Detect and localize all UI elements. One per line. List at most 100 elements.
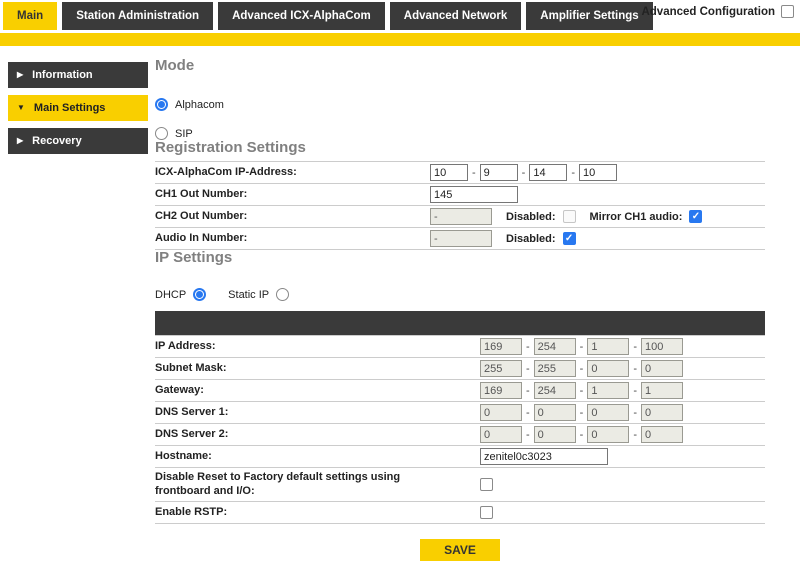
gateway-label: Gateway: <box>155 383 480 397</box>
check-icon: ✓ <box>565 212 573 222</box>
octet-separator: - <box>580 407 584 419</box>
octet-separator: - <box>526 341 530 353</box>
tab-station-administration[interactable]: Station Administration <box>62 2 213 30</box>
enable-rstp-label: Enable RSTP: <box>155 505 480 519</box>
main-content: Mode Alphacom SIP Registration Settings … <box>155 46 765 561</box>
ch1-out-label: CH1 Out Number: <box>155 187 430 201</box>
ch2-disabled-checkbox: ✓ <box>563 210 576 223</box>
disable-reset-label: Disable Reset to Factory default setting… <box>155 470 405 499</box>
icx-ip-octet-1[interactable] <box>430 164 468 181</box>
advanced-configuration-checkbox[interactable]: ✓ <box>781 5 794 18</box>
mirror-ch1-audio-label: Mirror CH1 audio: <box>590 211 683 223</box>
sidebar-item-label: Recovery <box>32 135 82 147</box>
ip-address-octet-3 <box>587 338 629 355</box>
ip-settings-table: IP Address: - - - Subnet Mask: - - - <box>155 335 765 524</box>
dns2-octet-2 <box>534 426 576 443</box>
octet-separator: - <box>526 363 530 375</box>
dns2-octet-1 <box>480 426 522 443</box>
dns1-octet-4 <box>641 404 683 421</box>
dhcp-static-selector: DHCP Static IP <box>155 288 765 301</box>
chevron-down-icon: ▼ <box>17 104 25 112</box>
octet-separator: - <box>571 167 575 179</box>
enable-rstp-row: Enable RSTP: ✓ <box>155 501 765 523</box>
ch2-out-row: CH2 Out Number: Disabled: ✓ Mirror CH1 a… <box>155 205 765 227</box>
check-icon: ✓ <box>565 234 573 244</box>
mode-option-alphacom: Alphacom <box>155 98 765 111</box>
dns2-octet-4 <box>641 426 683 443</box>
sidebar-item-main-settings[interactable]: ▼ Main Settings <box>8 95 148 121</box>
disable-reset-row: Disable Reset to Factory default setting… <box>155 467 765 501</box>
advanced-configuration-toggle: Advanced Configuration ✓ <box>641 5 794 18</box>
chevron-right-icon: ▶ <box>17 137 23 145</box>
check-icon: ✓ <box>482 479 490 489</box>
icx-ip-row: ICX-AlphaCom IP-Address: - - - <box>155 161 765 183</box>
hostname-input[interactable] <box>480 448 608 465</box>
dns-server-1-label: DNS Server 1: <box>155 405 480 419</box>
static-ip-radio[interactable] <box>276 288 289 301</box>
ch1-out-row: CH1 Out Number: <box>155 183 765 205</box>
disable-reset-checkbox[interactable]: ✓ <box>480 478 493 491</box>
sidebar-item-recovery[interactable]: ▶ Recovery <box>8 128 148 154</box>
dns-server-2-label: DNS Server 2: <box>155 427 480 441</box>
tab-amplifier-settings[interactable]: Amplifier Settings <box>526 2 652 30</box>
subnet-mask-octet-3 <box>587 360 629 377</box>
octet-separator: - <box>580 341 584 353</box>
ip-address-label: IP Address: <box>155 339 480 353</box>
gateway-octet-4 <box>641 382 683 399</box>
audio-in-disabled-label: Disabled: <box>506 233 556 245</box>
enable-rstp-checkbox[interactable]: ✓ <box>480 506 493 519</box>
octet-separator: - <box>526 385 530 397</box>
icx-ip-octet-2[interactable] <box>480 164 518 181</box>
ip-section-title: IP Settings <box>155 250 765 266</box>
gateway-octet-1 <box>480 382 522 399</box>
alphacom-radio[interactable] <box>155 98 168 111</box>
tab-label: Main <box>17 10 43 22</box>
octet-separator: - <box>633 385 637 397</box>
sidebar-item-information[interactable]: ▶ Information <box>8 62 148 88</box>
tab-label: Station Administration <box>76 10 199 22</box>
audio-in-label: Audio In Number: <box>155 231 430 245</box>
dns1-octet-1 <box>480 404 522 421</box>
icx-ip-label: ICX-AlphaCom IP-Address: <box>155 165 430 179</box>
dns1-octet-2 <box>534 404 576 421</box>
tab-advanced-network[interactable]: Advanced Network <box>390 2 522 30</box>
tab-main[interactable]: Main <box>3 2 57 30</box>
dns1-octet-3 <box>587 404 629 421</box>
advanced-configuration-label: Advanced Configuration <box>641 6 775 18</box>
subnet-mask-octet-2 <box>534 360 576 377</box>
mode-section-title: Mode <box>155 58 765 74</box>
ch1-out-input[interactable] <box>430 186 518 203</box>
mirror-ch1-audio-checkbox[interactable]: ✓ <box>689 210 702 223</box>
octet-separator: - <box>633 363 637 375</box>
icx-ip-octet-3[interactable] <box>529 164 567 181</box>
tab-label: Advanced Network <box>404 10 508 22</box>
audio-in-disabled-checkbox[interactable]: ✓ <box>563 232 576 245</box>
ch2-disabled-label: Disabled: <box>506 211 556 223</box>
registration-table: ICX-AlphaCom IP-Address: - - - CH1 Out N… <box>155 161 765 250</box>
sip-radio[interactable] <box>155 127 168 140</box>
chevron-right-icon: ▶ <box>17 71 23 79</box>
octet-separator: - <box>472 167 476 179</box>
octet-separator: - <box>633 341 637 353</box>
static-ip-radio-label: Static IP <box>228 289 269 301</box>
subnet-mask-row: Subnet Mask: - - - <box>155 357 765 379</box>
octet-separator: - <box>526 429 530 441</box>
save-button[interactable]: SAVE <box>420 539 500 561</box>
ch2-out-input <box>430 208 492 225</box>
icx-ip-octet-4[interactable] <box>579 164 617 181</box>
octet-separator: - <box>633 407 637 419</box>
octet-separator: - <box>633 429 637 441</box>
dhcp-radio[interactable] <box>193 288 206 301</box>
tab-label: Advanced ICX-AlphaCom <box>232 10 371 22</box>
octet-separator: - <box>580 385 584 397</box>
registration-section-title: Registration Settings <box>155 140 765 156</box>
dns-server-1-row: DNS Server 1: - - - <box>155 401 765 423</box>
audio-in-input <box>430 230 492 247</box>
accent-bar <box>0 33 800 46</box>
gateway-octet-3 <box>587 382 629 399</box>
subnet-mask-label: Subnet Mask: <box>155 361 480 375</box>
audio-in-row: Audio In Number: Disabled: ✓ <box>155 227 765 249</box>
tab-advanced-icx-alphacom[interactable]: Advanced ICX-AlphaCom <box>218 2 385 30</box>
sidebar-item-label: Information <box>32 69 93 81</box>
dhcp-radio-label: DHCP <box>155 289 186 301</box>
